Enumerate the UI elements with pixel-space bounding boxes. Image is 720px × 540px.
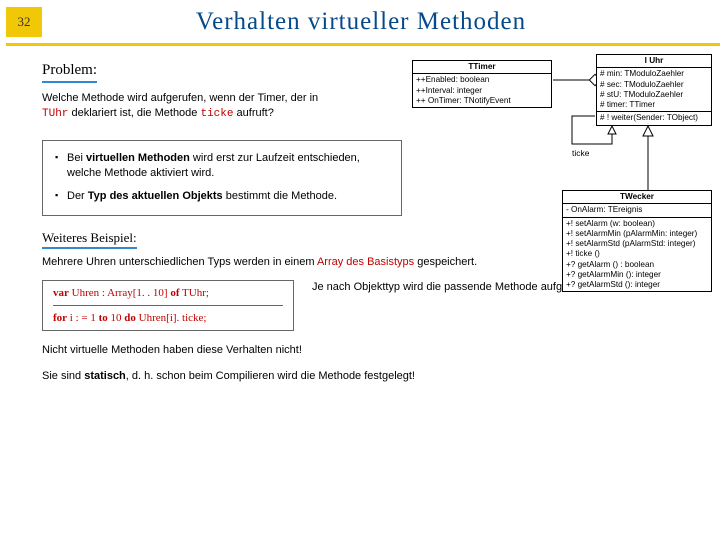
- code-box: var Uhren : Array[1. . 10] of TUhr; for …: [42, 280, 294, 331]
- uml-attrs: ++Enabled: boolean ++Interval: integer +…: [413, 74, 551, 107]
- bullet-box: Bei virtuellen Methoden wird erst zur La…: [42, 140, 402, 216]
- example-heading: Weiteres Beispiel:: [42, 230, 137, 249]
- bullet-item: Bei virtuellen Methoden wird erst zur La…: [55, 151, 389, 182]
- code-tuhr: TUhr: [42, 108, 68, 120]
- problem-text: Welche Methode wird aufgerufen, wenn der…: [42, 91, 342, 122]
- code-line-2: for i : = 1 to 10 do Uhren[i]. ticke;: [53, 312, 283, 324]
- uml-attrs: # min: TModuloZaehler # sec: TModuloZaeh…: [597, 68, 711, 112]
- uml-ops: # ! weiter(Sender: TObject): [597, 112, 711, 124]
- bullet-item: Der Typ des aktuellen Objekts bestimmt d…: [55, 189, 389, 204]
- code-array: Array des Basistyps: [317, 256, 414, 268]
- page-number: 32: [6, 7, 42, 37]
- code-line-1: var Uhren : Array[1. . 10] of TUhr;: [53, 287, 283, 306]
- footer-line-2: Sie sind statisch, d. h. schon beim Comp…: [42, 369, 694, 384]
- uml-diagram: TTimer ++Enabled: boolean ++Interval: in…: [412, 54, 712, 364]
- uml-label-ticke: ticke: [572, 148, 589, 158]
- code-ticke: ticke: [200, 108, 233, 120]
- uml-class-iuhr: I Uhr # min: TModuloZaehler # sec: TModu…: [596, 54, 712, 126]
- problem-heading: Problem:: [42, 62, 97, 83]
- uml-class-ttimer: TTimer ++Enabled: boolean ++Interval: in…: [412, 60, 552, 108]
- uml-attrs: - OnAlarm: TEreignis: [563, 204, 711, 217]
- uml-class-twecker: TWecker - OnAlarm: TEreignis +! setAlarm…: [562, 190, 712, 292]
- slide-title: Verhalten virtueller Methoden: [42, 8, 720, 36]
- uml-ops: +! setAlarm (w: boolean) +! setAlarmMin …: [563, 218, 711, 292]
